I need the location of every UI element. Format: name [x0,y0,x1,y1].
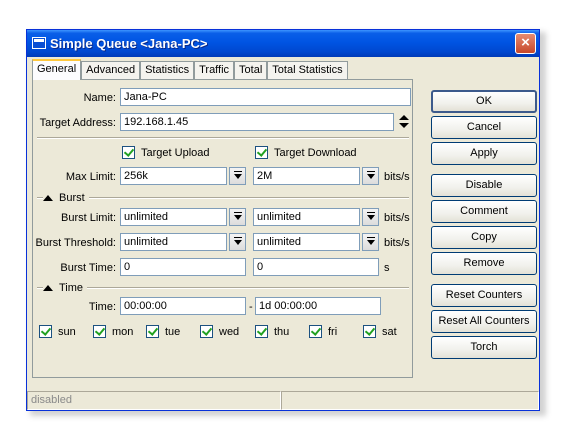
burst-limit-upload-dropdown-icon[interactable] [229,208,246,226]
reset-counters-button[interactable]: Reset Counters [431,284,537,307]
time-separator [37,287,409,289]
checkbox-check-icon [93,325,106,338]
tab-general[interactable]: General [32,59,82,80]
burst-threshold-download-field[interactable]: unlimited [253,233,360,251]
checkbox-check-icon [363,325,376,338]
burst-time-download-field[interactable]: 0 [253,258,379,276]
target-download-check-icon [255,146,268,159]
reset-all-counters-button[interactable]: Reset All Counters [431,310,537,333]
tab-statistics[interactable]: Statistics [140,61,195,80]
window-icon [32,37,46,49]
simple-queue-dialog: Simple Queue <Jana-PC> × General Advance… [26,29,540,411]
copy-button[interactable]: Copy [431,226,537,249]
burst-limit-download-field[interactable]: unlimited [253,208,360,226]
checkbox-check-icon [146,325,159,338]
burst-section-label: Burst [59,192,85,204]
close-icon: × [521,34,530,51]
time-section-label: Time [59,282,84,294]
burst-limit-download-dropdown-icon[interactable] [362,208,379,226]
burst-time-label: Burst Time: [60,262,116,274]
burst-time-upload-field[interactable]: 0 [120,258,246,276]
target-download-checkbox[interactable]: Target Download [255,146,357,159]
burst-threshold-upload-dropdown-icon[interactable] [229,233,246,251]
close-button[interactable]: × [515,33,536,54]
status-cell-right [281,391,539,410]
tab-total-statistics[interactable]: Total Statistics [267,61,348,80]
collapse-triangle-icon [43,195,53,201]
time-dash: - [249,301,253,313]
max-limit-download-dropdown-icon[interactable] [362,167,379,185]
day-label: tue [165,325,181,338]
day-label: wed [219,325,240,338]
name-field[interactable]: Jana-PC [120,88,411,106]
tab-total[interactable]: Total [234,61,268,80]
window-title: Simple Queue <Jana-PC> [50,36,208,51]
burst-limit-unit: bits/s [384,212,410,224]
name-label: Name: [83,92,116,104]
dialog-client: General Advanced Statistics Traffic Tota… [30,59,537,390]
apply-button[interactable]: Apply [431,142,537,165]
burst-time-unit: s [384,262,390,274]
target-download-label: Target Download [274,146,357,159]
max-limit-upload-dropdown-icon[interactable] [229,167,246,185]
torch-button[interactable]: Torch [431,336,537,359]
general-panel: Name: Jana-PC Target Address: 192.168.1.… [32,79,413,378]
target-upload-label: Target Upload [141,146,210,159]
day-checkbox-sat[interactable]: sat [363,325,397,338]
cancel-button[interactable]: Cancel [431,116,537,139]
burst-threshold-unit: bits/s [384,237,410,249]
day-label: thu [274,325,290,338]
tab-strip: General Advanced Statistics Traffic Tota… [32,59,348,80]
separator [37,137,409,139]
remove-button[interactable]: Remove [431,252,537,275]
checkbox-check-icon [200,325,213,338]
comment-button[interactable]: Comment [431,200,537,223]
checkbox-check-icon [309,325,322,338]
day-checkbox-fri[interactable]: fri [309,325,337,338]
max-limit-label: Max Limit: [65,171,116,183]
burst-limit-upload-field[interactable]: unlimited [120,208,227,226]
burst-separator [37,197,409,199]
collapse-triangle-icon [43,285,53,291]
tab-advanced[interactable]: Advanced [81,61,141,80]
burst-threshold-label: Burst Threshold: [35,237,116,249]
time-from-field[interactable]: 00:00:00 [120,297,246,315]
tab-traffic[interactable]: Traffic [194,61,235,80]
day-label: mon [112,325,134,338]
max-limit-download-field[interactable]: 2M [253,167,360,185]
target-address-field[interactable]: 192.168.1.45 [120,113,394,131]
target-address-label: Target Address: [39,117,116,129]
burst-threshold-download-dropdown-icon[interactable] [362,233,379,251]
day-label: sun [58,325,76,338]
time-section-toggle[interactable]: Time [43,281,88,295]
max-limit-unit: bits/s [384,171,410,183]
ok-button[interactable]: OK [431,90,537,113]
day-checkbox-thu[interactable]: thu [255,325,289,338]
day-checkbox-tue[interactable]: tue [146,325,180,338]
burst-section-toggle[interactable]: Burst [43,191,89,205]
day-checkbox-wed[interactable]: wed [200,325,239,338]
target-upload-check-icon [122,146,135,159]
max-limit-upload-field[interactable]: 256k [120,167,227,185]
day-checkbox-sun[interactable]: sun [39,325,76,338]
day-checkbox-mon[interactable]: mon [93,325,133,338]
day-label: fri [328,325,338,338]
time-to-field[interactable]: 1d 00:00:00 [255,297,381,315]
burst-threshold-upload-field[interactable]: unlimited [120,233,227,251]
burst-limit-label: Burst Limit: [60,212,116,224]
disable-button[interactable]: Disable [431,174,537,197]
status-text: disabled [27,391,281,410]
day-label: sat [382,325,397,338]
time-label: Time: [88,301,116,313]
target-upload-checkbox[interactable]: Target Upload [122,146,210,159]
checkbox-check-icon [39,325,52,338]
target-address-updown-icon[interactable] [399,113,409,131]
title-bar[interactable]: Simple Queue <Jana-PC> × [27,30,539,57]
status-bar: disabled [27,391,539,410]
checkbox-check-icon [255,325,268,338]
